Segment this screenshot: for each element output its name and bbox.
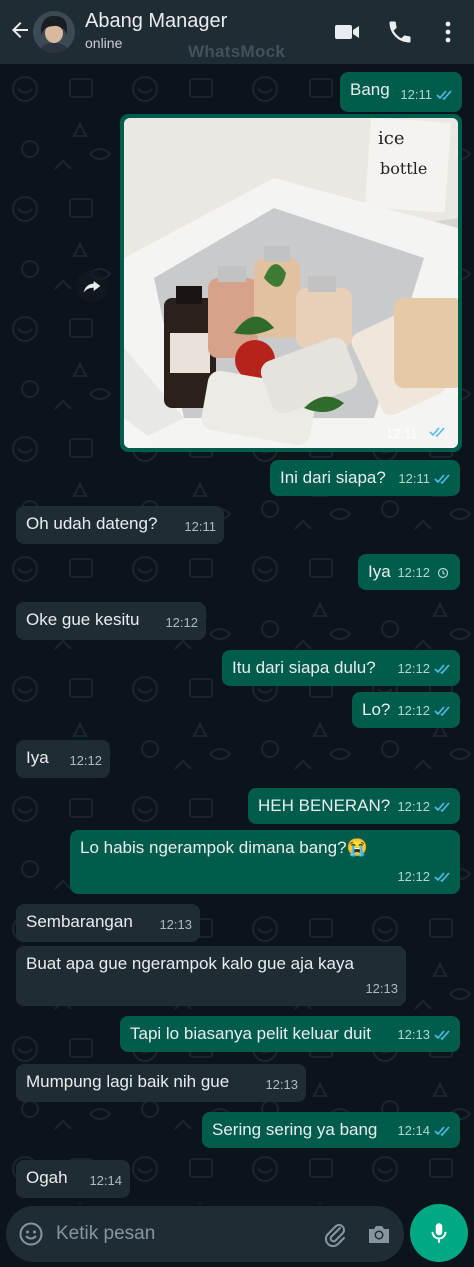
chat-area[interactable]: Bang 12:11 ice bottle 12:11 Ini dari sia… xyxy=(0,64,474,1204)
message-time: 12:13 xyxy=(265,1077,298,1092)
mic-icon xyxy=(431,1223,447,1243)
message-text: Sering sering ya bang xyxy=(212,1120,378,1139)
contact-status: online xyxy=(85,35,123,51)
message-time: 12:11 xyxy=(400,87,432,102)
message-incoming[interactable]: Oh udah dateng? 12:11 xyxy=(16,506,224,544)
message-outgoing[interactable]: Iya 12:12 xyxy=(358,554,460,590)
message-text: Iya xyxy=(368,562,391,581)
message-time: 12:13 xyxy=(397,1027,430,1042)
read-ticks-icon xyxy=(434,1030,450,1041)
chat-header: Abang Manager online WhatsMock xyxy=(0,0,474,64)
phone-icon[interactable] xyxy=(386,18,414,46)
image-time: 12:11 xyxy=(386,426,418,441)
message-outgoing[interactable]: Lo? 12:12 xyxy=(352,692,460,728)
forward-icon xyxy=(83,281,101,293)
read-ticks-icon xyxy=(434,1126,450,1137)
message-outgoing[interactable]: Itu dari siapa dulu? 12:12 xyxy=(222,650,460,686)
paperclip-icon[interactable] xyxy=(322,1221,348,1247)
camera-icon[interactable] xyxy=(366,1221,392,1247)
message-text: Iya xyxy=(26,748,49,767)
message-time: 12:12 xyxy=(397,799,430,814)
message-text: Lo? xyxy=(362,700,391,719)
emoji-icon[interactable] xyxy=(18,1221,44,1247)
image-message[interactable]: ice bottle 12:11 xyxy=(120,114,462,452)
message-text: Oh udah dateng? xyxy=(26,514,158,533)
message-time: 12:11 xyxy=(184,519,216,534)
message-input-bar[interactable]: Ketik pesan xyxy=(6,1206,404,1262)
message-text: Lo habis ngerampok dimana bang?😭 xyxy=(80,838,368,857)
message-time: 12:14 xyxy=(397,1123,430,1138)
message-time: 12:12 xyxy=(165,615,198,630)
message-outgoing[interactable]: Tapi lo biasanya pelit keluar duit 12:13 xyxy=(120,1016,460,1052)
message-text: Itu dari siapa dulu? xyxy=(232,658,376,677)
watermark-label: WhatsMock xyxy=(188,42,286,61)
message-input-placeholder[interactable]: Ketik pesan xyxy=(56,1223,155,1245)
message-text: Oke gue kesitu xyxy=(26,610,140,629)
message-time: 12:12 xyxy=(69,753,102,768)
message-outgoing[interactable]: Sering sering ya bang 12:14 xyxy=(202,1112,460,1148)
read-ticks-icon xyxy=(436,90,452,101)
contact-name[interactable]: Abang Manager xyxy=(85,10,227,33)
message-text: Tapi lo biasanya pelit keluar duit xyxy=(130,1024,371,1043)
message-text: HEH BENERAN? xyxy=(258,796,391,815)
message-outgoing[interactable]: Ini dari siapa? 12:11 xyxy=(270,460,460,496)
message-incoming[interactable]: Buat apa gue ngerampok kalo gue aja kaya… xyxy=(16,946,406,1006)
more-options-icon[interactable] xyxy=(434,18,462,46)
message-time: 12:12 xyxy=(397,565,430,580)
mic-button[interactable] xyxy=(410,1204,468,1262)
read-ticks-icon xyxy=(434,706,450,717)
message-incoming[interactable]: Oke gue kesitu 12:12 xyxy=(16,602,206,640)
message-incoming[interactable]: Mumpung lagi baik nih gue 12:13 xyxy=(16,1064,306,1102)
message-time: 12:13 xyxy=(365,981,398,996)
message-text: Mumpung lagi baik nih gue xyxy=(26,1072,230,1091)
message-outgoing[interactable]: HEH BENERAN? 12:12 xyxy=(248,788,460,824)
message-incoming[interactable]: Iya 12:12 xyxy=(16,740,110,778)
message-time: 12:12 xyxy=(397,869,430,884)
message-time: 12:13 xyxy=(159,917,192,932)
message-text: Buat apa gue ngerampok kalo gue aja kaya xyxy=(26,954,354,973)
message-time: 12:12 xyxy=(397,703,430,718)
read-ticks-icon xyxy=(434,872,450,883)
message-time: 12:14 xyxy=(89,1173,122,1188)
message-text: Ogah xyxy=(26,1168,68,1187)
message-outgoing[interactable]: Lo habis ngerampok dimana bang?😭 12:12 xyxy=(70,830,460,894)
message-text: Ini dari siapa? xyxy=(280,468,386,487)
message-outgoing[interactable]: Bang 12:11 xyxy=(340,72,462,112)
ice-bottle-photo[interactable]: ice bottle 12:11 xyxy=(124,118,458,448)
message-text: Sembarangan xyxy=(26,912,133,931)
pending-clock-icon xyxy=(437,567,449,579)
sign-line-2: bottle xyxy=(380,159,427,178)
message-text: Bang xyxy=(350,80,390,99)
message-time: 12:12 xyxy=(397,661,430,676)
read-ticks-icon xyxy=(434,802,450,813)
contact-avatar[interactable] xyxy=(33,11,75,53)
read-ticks-icon xyxy=(434,664,450,675)
back-arrow-icon[interactable] xyxy=(8,18,32,42)
video-call-icon[interactable] xyxy=(333,18,361,46)
message-incoming[interactable]: Ogah 12:14 xyxy=(16,1160,130,1198)
message-incoming[interactable]: Sembarangan 12:13 xyxy=(16,904,200,942)
sign-line-1: ice xyxy=(378,128,405,149)
message-time: 12:11 xyxy=(398,471,430,486)
forward-button[interactable] xyxy=(76,270,108,302)
read-ticks-icon xyxy=(434,474,450,485)
